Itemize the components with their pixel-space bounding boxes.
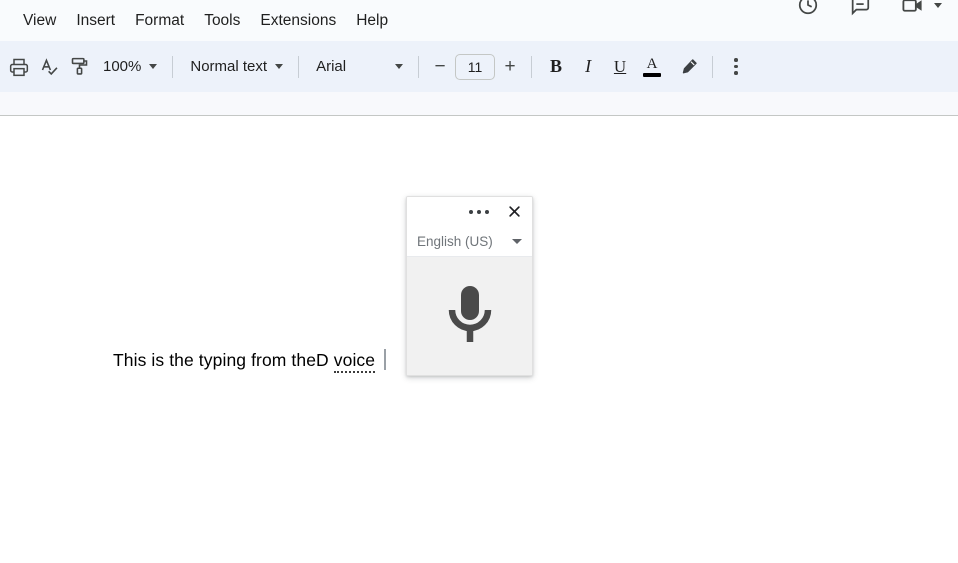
- paragraph-style-value: Normal text: [190, 58, 268, 75]
- zoom-dropdown[interactable]: 100%: [94, 52, 164, 82]
- toolbar-divider: [172, 55, 174, 78]
- underline-button[interactable]: U: [604, 52, 636, 82]
- font-family-value: Arial: [316, 58, 347, 75]
- menu-item-list: View Insert Format Tools Extensions Help: [0, 7, 398, 35]
- chevron-down-icon: [275, 64, 284, 69]
- font-size-stepper: − 11 +: [427, 53, 523, 81]
- font-size-increase-button[interactable]: +: [497, 53, 523, 81]
- menu-item-tools[interactable]: Tools: [194, 7, 250, 35]
- version-history-icon[interactable]: [794, 0, 822, 19]
- menu-item-view[interactable]: View: [13, 7, 66, 35]
- font-family-dropdown[interactable]: Arial: [307, 52, 410, 82]
- toolbar-divider: [418, 55, 420, 78]
- voice-typing-popup[interactable]: English (US): [406, 196, 533, 376]
- language-dropdown[interactable]: English (US): [407, 226, 532, 257]
- comment-icon[interactable]: [846, 0, 874, 19]
- text-cursor: [384, 349, 386, 370]
- spellcheck-icon[interactable]: [34, 52, 64, 82]
- document-text-run: This is the typing from theD: [113, 350, 334, 370]
- highlighter-icon[interactable]: [674, 52, 704, 82]
- toolbar-divider: [531, 55, 533, 78]
- text-color-swatch: [643, 72, 662, 77]
- text-color-button[interactable]: A: [636, 52, 668, 82]
- toolbar-inner: 100% Normal text Arial − 11 + B I U A: [0, 41, 751, 92]
- bold-button[interactable]: B: [540, 52, 572, 82]
- menu-item-help[interactable]: Help: [346, 7, 398, 35]
- chevron-down-icon: [149, 64, 158, 69]
- google-docs-window: View Insert Format Tools Extensions Help: [0, 0, 958, 563]
- paint-format-icon[interactable]: [64, 52, 94, 82]
- italic-button[interactable]: I: [572, 52, 604, 82]
- toolbar-divider: [712, 55, 714, 78]
- chevron-down-icon[interactable]: [932, 0, 944, 11]
- misspelled-word[interactable]: voice: [333, 350, 376, 373]
- language-value: English (US): [417, 233, 493, 249]
- microphone-button[interactable]: [407, 257, 532, 375]
- more-dots: [734, 58, 738, 75]
- close-icon[interactable]: [505, 203, 523, 221]
- microphone-icon: [448, 286, 491, 342]
- zoom-value: 100%: [103, 58, 142, 75]
- drag-dots-icon[interactable]: [467, 206, 491, 218]
- paragraph-style-dropdown[interactable]: Normal text: [181, 52, 290, 82]
- chevron-down-icon: [395, 64, 404, 69]
- voice-popup-header[interactable]: [407, 197, 532, 226]
- toolbar: 100% Normal text Arial − 11 + B I U A: [0, 41, 958, 92]
- document-paragraph[interactable]: This is the typing from theD voice: [113, 349, 386, 373]
- top-right-icon-group: [794, 0, 944, 19]
- menu-item-insert[interactable]: Insert: [66, 7, 125, 35]
- menu-bar: View Insert Format Tools Extensions Help: [0, 0, 958, 41]
- more-vertical-icon[interactable]: [721, 52, 751, 82]
- print-icon[interactable]: [4, 52, 34, 82]
- font-size-input[interactable]: 11: [455, 53, 496, 80]
- toolbar-divider: [298, 55, 300, 78]
- text-color-label: A: [646, 55, 658, 72]
- chevron-down-icon: [512, 238, 522, 244]
- menu-item-format[interactable]: Format: [125, 7, 194, 35]
- toolbar-underbar: [0, 92, 958, 116]
- video-camera-icon[interactable]: [898, 0, 926, 19]
- font-size-decrease-button[interactable]: −: [427, 53, 453, 81]
- menu-item-extensions[interactable]: Extensions: [250, 7, 346, 35]
